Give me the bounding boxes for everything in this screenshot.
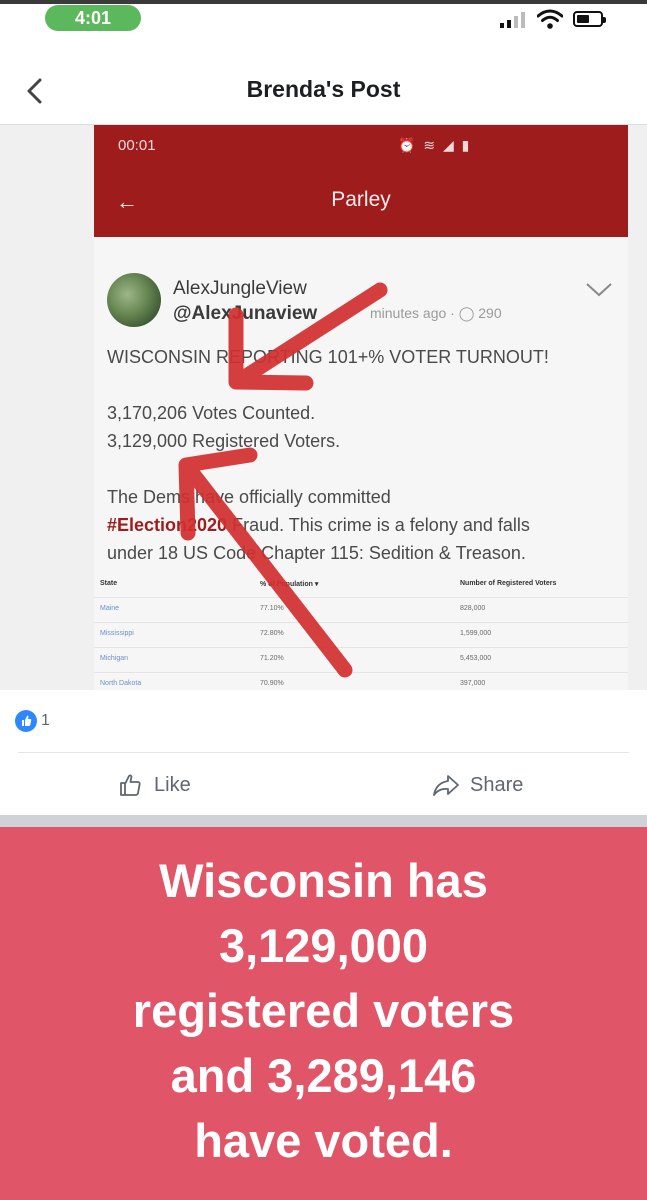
section-separator — [0, 815, 647, 827]
battery-icon — [573, 11, 606, 27]
post-body-line-1: The Dems have officially committed — [107, 487, 391, 507]
top-edge — [0, 0, 647, 4]
table-row: Mississippi 72.80% 1,599,000 — [94, 623, 628, 648]
cellular-signal-icon — [500, 12, 530, 28]
share-arrow-icon — [433, 775, 459, 796]
table-cell: Mississippi — [100, 630, 134, 637]
table-row: North Dakota 70.90% 397,000 — [94, 673, 628, 690]
election-hashtag: #Election2020 — [107, 515, 228, 535]
table-cell: 71.20% — [260, 655, 284, 662]
table-cell: North Dakota — [100, 680, 142, 687]
table-cell: 77.10% — [260, 605, 284, 612]
post-headline: WISCONSIN REPORTING 101+% VOTER TURNOUT! — [107, 347, 549, 367]
shared-screenshot[interactable]: 00:01 ⏰ ≋ ◢ ▮ ← Parley AlexJungleView @A… — [0, 125, 647, 690]
poster-name: AlexJungleView — [173, 278, 307, 299]
like-label: Like — [154, 773, 191, 796]
registered-voters: 3,129,000 Registered Voters. — [107, 431, 341, 451]
table-header: % of Population ▾ — [260, 581, 319, 588]
votes-counted: 3,170,206 Votes Counted. — [107, 403, 316, 423]
embedded-status-time: 00:01 — [118, 137, 156, 154]
table-cell: 72.80% — [260, 630, 284, 637]
like-reaction-icon[interactable] — [15, 710, 37, 732]
banner-line: have voted. — [194, 1114, 453, 1167]
thumbs-up-icon — [120, 774, 141, 796]
page-title: Brenda's Post — [246, 76, 401, 102]
like-button[interactable]: Like — [118, 772, 191, 798]
banner-line: 3,129,000 — [218, 919, 429, 972]
table-header-row: State % of Population ▾ Number of Regist… — [94, 573, 628, 598]
table-cell: 397,000 — [460, 680, 486, 687]
table-cell: 1,599,000 — [460, 630, 492, 637]
table-row: Maine 77.10% 828,000 — [94, 598, 628, 623]
banner-text: Wisconsin has 3,129,000 registered voter… — [0, 848, 647, 1173]
banner-line: Wisconsin has — [159, 854, 488, 907]
embedded-status-icons: ⏰ ≋ ◢ ▮ — [398, 137, 472, 153]
table-cell: 828,000 — [460, 605, 486, 612]
post-body-line-2: #Election2020 Fraud. This crime is a fel… — [107, 515, 530, 536]
chevron-down-icon — [586, 283, 612, 297]
table-cell: Maine — [100, 605, 120, 612]
post-meta: minutes ago · ◯ 290 — [370, 305, 502, 321]
table-header: Number of Registered Voters — [460, 580, 557, 587]
post-body-line-2-rest: Fraud. This crime is a felony and falls — [227, 515, 530, 535]
like-count[interactable]: 1 — [41, 712, 50, 730]
table-cell: 5,453,000 — [460, 655, 492, 662]
table-cell: 70.90% — [260, 680, 284, 687]
banner-line: registered voters — [132, 984, 515, 1037]
app-header-bar — [94, 125, 628, 237]
table-cell: Michigan — [100, 655, 129, 662]
share-button[interactable]: Share — [432, 772, 523, 798]
table-row: Michigan 71.20% 5,453,000 — [94, 648, 628, 673]
status-time: 4:01 — [45, 5, 141, 31]
wifi-icon — [537, 9, 563, 29]
banner-line: and 3,289,146 — [170, 1049, 477, 1102]
poster-avatar — [107, 273, 161, 327]
post-body-line-3: under 18 US Code Chapter 115: Sedition &… — [107, 543, 526, 563]
reactions-divider — [18, 752, 629, 753]
poster-handle: @AlexJunaview — [173, 303, 318, 324]
share-label: Share — [470, 773, 524, 796]
embedded-app-title: Parley — [331, 188, 391, 211]
table-header: State — [100, 580, 118, 587]
